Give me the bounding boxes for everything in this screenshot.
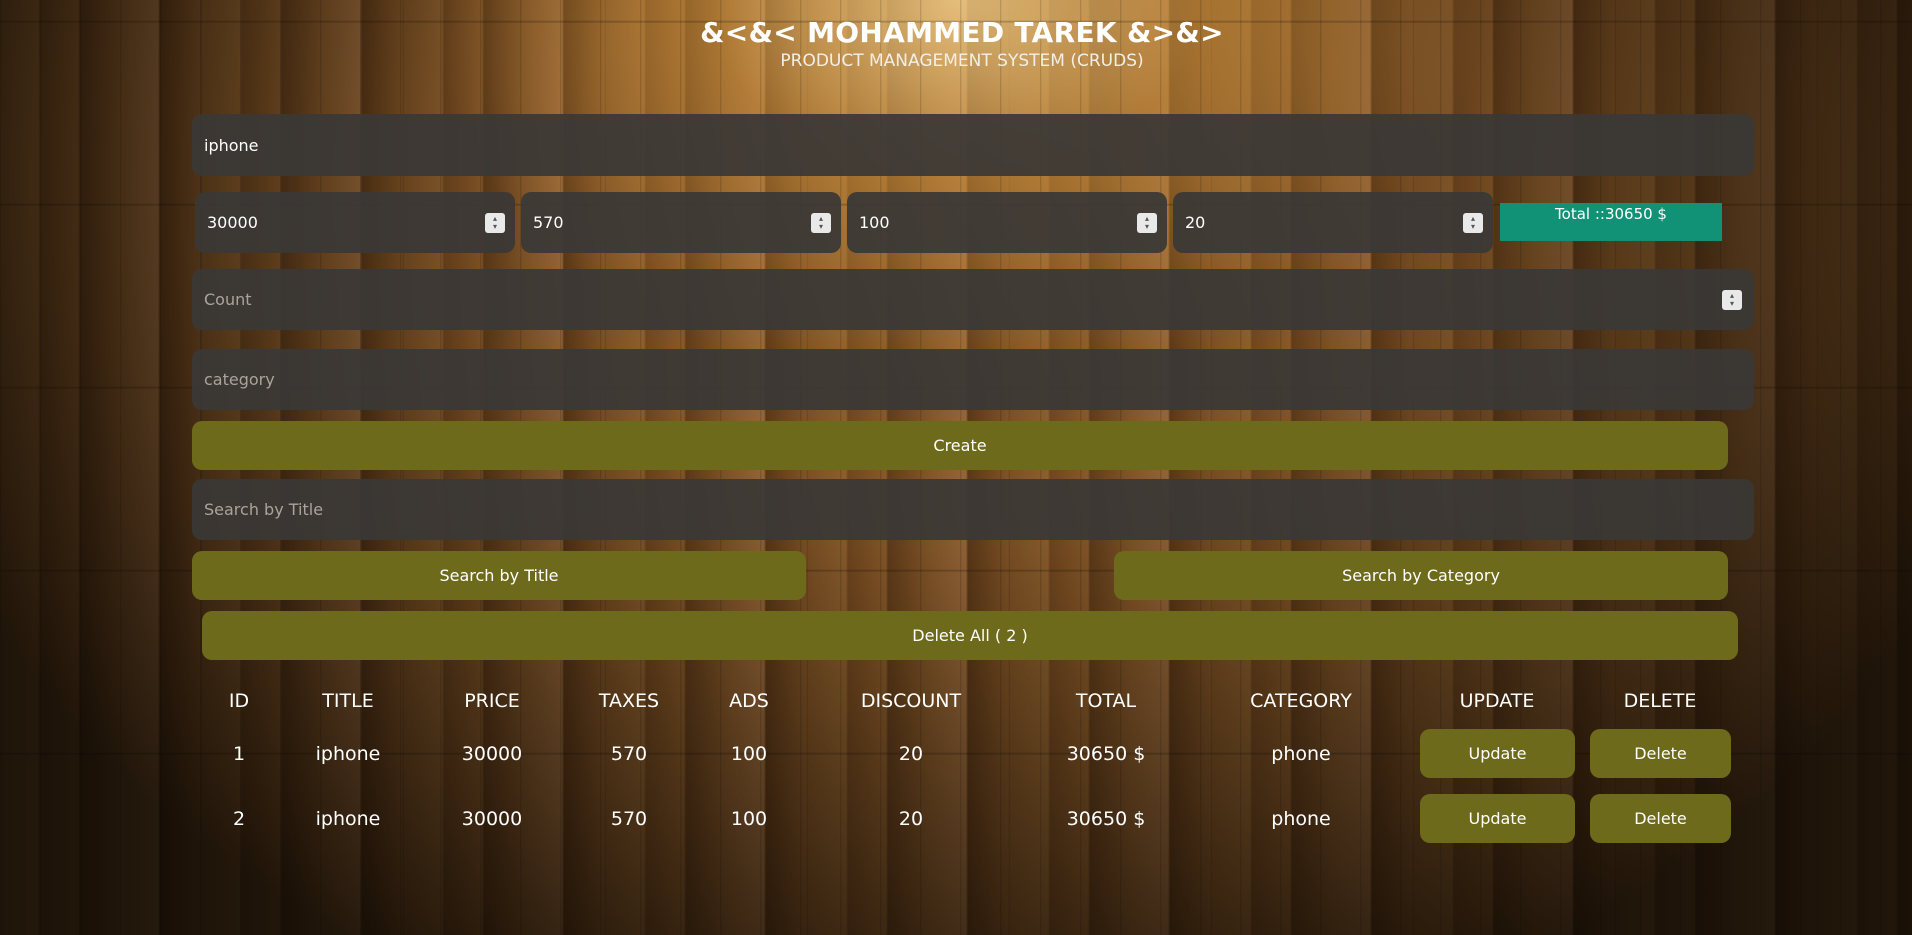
page-title: &<&< MOHAMMED TAREK &>&> <box>700 16 1224 49</box>
taxes-stepper-icon[interactable]: ▴ ▾ <box>811 212 831 233</box>
search-input[interactable]: Search by Title <box>192 479 1754 540</box>
price-stepper-icon[interactable]: ▴ ▾ <box>485 212 505 233</box>
search-placeholder: Search by Title <box>204 500 324 519</box>
cell-ads: 100 <box>730 743 768 765</box>
category-placeholder: category <box>204 370 275 389</box>
cell-discount: 20 <box>898 808 924 830</box>
column-header-update: UPDATE <box>1459 690 1535 712</box>
column-header-discount: DISCOUNT <box>860 690 962 712</box>
cell-id: 1 <box>232 743 246 765</box>
create-button[interactable]: Create <box>192 421 1728 470</box>
column-header-total: TOTAL <box>1075 690 1137 712</box>
cell-discount: 20 <box>898 743 924 765</box>
column-header-price: PRICE <box>464 690 520 712</box>
column-header-delete: DELETE <box>1623 690 1697 712</box>
count-stepper-icon[interactable]: ▴ ▾ <box>1722 289 1742 310</box>
taxes-input-value: 570 <box>533 213 564 232</box>
delete-button[interactable]: Delete <box>1590 794 1731 843</box>
column-header-category: CATEGORY <box>1250 690 1352 712</box>
column-header-ads: ADS <box>729 690 769 712</box>
cell-title: iphone <box>315 808 381 830</box>
cell-price: 30000 <box>461 743 523 765</box>
page-subtitle: PRODUCT MANAGEMENT SYSTEM (CRUDS) <box>780 51 1144 71</box>
count-input[interactable]: Count ▴ ▾ <box>192 269 1754 330</box>
cell-ads: 100 <box>730 808 768 830</box>
cell-taxes: 570 <box>610 808 648 830</box>
total-badge: Total ::30650 $ <box>1500 203 1722 241</box>
title-input-value: iphone <box>204 135 259 155</box>
cell-id: 2 <box>232 808 246 830</box>
cell-price: 30000 <box>461 808 523 830</box>
price-input-value: 30000 <box>207 213 258 232</box>
discount-stepper-icon[interactable]: ▴ ▾ <box>1463 212 1483 233</box>
cell-title: iphone <box>315 743 381 765</box>
column-header-taxes: TAXES <box>598 690 660 712</box>
column-header-title: TITLE <box>322 690 374 712</box>
column-header-id: ID <box>228 690 250 712</box>
price-input[interactable]: 30000 ▴ ▾ <box>195 192 515 253</box>
title-input[interactable]: iphone <box>192 114 1754 176</box>
delete-all-button[interactable]: Delete All ( 2 ) <box>202 611 1738 660</box>
search-by-category-button[interactable]: Search by Category <box>1114 551 1728 600</box>
cell-total: 30650 $ <box>1066 743 1146 765</box>
category-input[interactable]: category <box>192 349 1754 410</box>
cell-total: 30650 $ <box>1066 808 1146 830</box>
update-button[interactable]: Update <box>1420 794 1575 843</box>
cell-category: phone <box>1271 743 1331 765</box>
taxes-input[interactable]: 570 ▴ ▾ <box>521 192 841 253</box>
discount-input-value: 20 <box>1185 213 1206 232</box>
cell-taxes: 570 <box>610 743 648 765</box>
search-by-title-button[interactable]: Search by Title <box>192 551 806 600</box>
crud-app: &<&< MOHAMMED TAREK &>&> PRODUCT MANAGEM… <box>192 0 1754 935</box>
ads-stepper-icon[interactable]: ▴ ▾ <box>1137 212 1157 233</box>
delete-button[interactable]: Delete <box>1590 729 1731 778</box>
cell-category: phone <box>1271 808 1331 830</box>
ads-input[interactable]: 100 ▴ ▾ <box>847 192 1167 253</box>
update-button[interactable]: Update <box>1420 729 1575 778</box>
ads-input-value: 100 <box>859 213 890 232</box>
page-header: &<&< MOHAMMED TAREK &>&> PRODUCT MANAGEM… <box>192 16 1732 71</box>
count-placeholder: Count <box>204 290 252 309</box>
discount-input[interactable]: 20 ▴ ▾ <box>1173 192 1493 253</box>
